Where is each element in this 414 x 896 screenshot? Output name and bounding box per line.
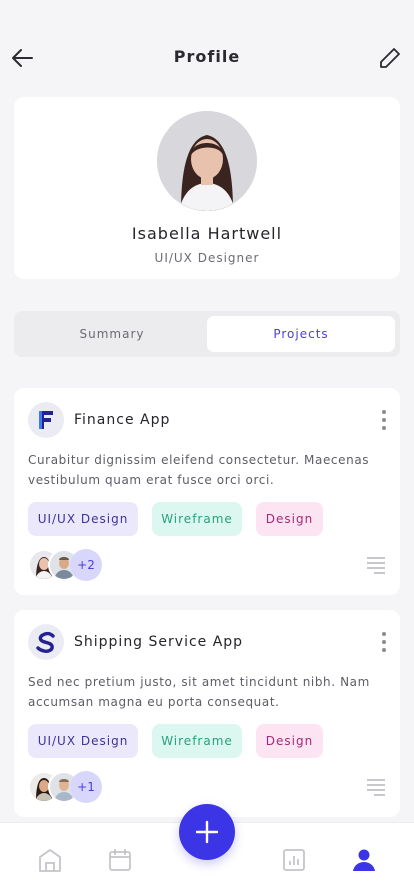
align-lines-icon[interactable]	[366, 778, 386, 796]
align-lines-icon[interactable]	[366, 556, 386, 574]
finance-app-logo-icon	[28, 402, 64, 438]
more-members-badge: +2	[70, 549, 102, 581]
tag-design[interactable]: Design	[256, 502, 323, 536]
more-options-icon[interactable]	[378, 630, 390, 654]
top-bar: Profile	[0, 34, 414, 82]
more-members-badge: +1	[70, 771, 102, 803]
project-card[interactable]: Shipping Service App Sed nec pretium jus…	[14, 610, 400, 817]
chart-icon[interactable]	[281, 847, 309, 875]
profile-card: Isabella Hartwell UI/UX Designer	[14, 97, 400, 279]
project-title: Finance App	[74, 412, 171, 428]
user-role: UI/UX Designer	[154, 251, 260, 265]
tab-projects[interactable]: Projects	[207, 316, 395, 352]
page-title: Profile	[173, 47, 241, 66]
tab-switcher: Summary Projects	[14, 311, 400, 357]
project-description: Curabitur dignissim eleifend consectetur…	[28, 453, 370, 487]
team-members[interactable]: +1	[28, 771, 118, 803]
shipping-app-logo-icon	[28, 624, 64, 660]
user-icon[interactable]	[351, 847, 379, 875]
tag-uiux-design[interactable]: UI/UX Design	[28, 724, 138, 758]
calendar-icon[interactable]	[107, 847, 135, 875]
user-name: Isabella Hartwell	[131, 224, 283, 243]
team-members[interactable]: +2	[28, 549, 118, 581]
project-title: Shipping Service App	[74, 634, 244, 650]
more-options-icon[interactable]	[378, 408, 390, 432]
tab-summary[interactable]: Summary	[18, 316, 206, 352]
tag-wireframe[interactable]: Wireframe	[152, 502, 242, 536]
project-description: Sed nec pretium justo, sit amet tincidun…	[28, 675, 370, 709]
project-card[interactable]: Finance App Curabitur dignissim eleifend…	[14, 388, 400, 595]
tag-uiux-design[interactable]: UI/UX Design	[28, 502, 138, 536]
add-icon[interactable]	[179, 804, 235, 860]
tag-wireframe[interactable]: Wireframe	[152, 724, 242, 758]
edit-pencil-icon[interactable]	[376, 44, 404, 72]
home-icon[interactable]	[37, 847, 65, 875]
tag-design[interactable]: Design	[256, 724, 323, 758]
profile-avatar[interactable]	[157, 111, 257, 211]
